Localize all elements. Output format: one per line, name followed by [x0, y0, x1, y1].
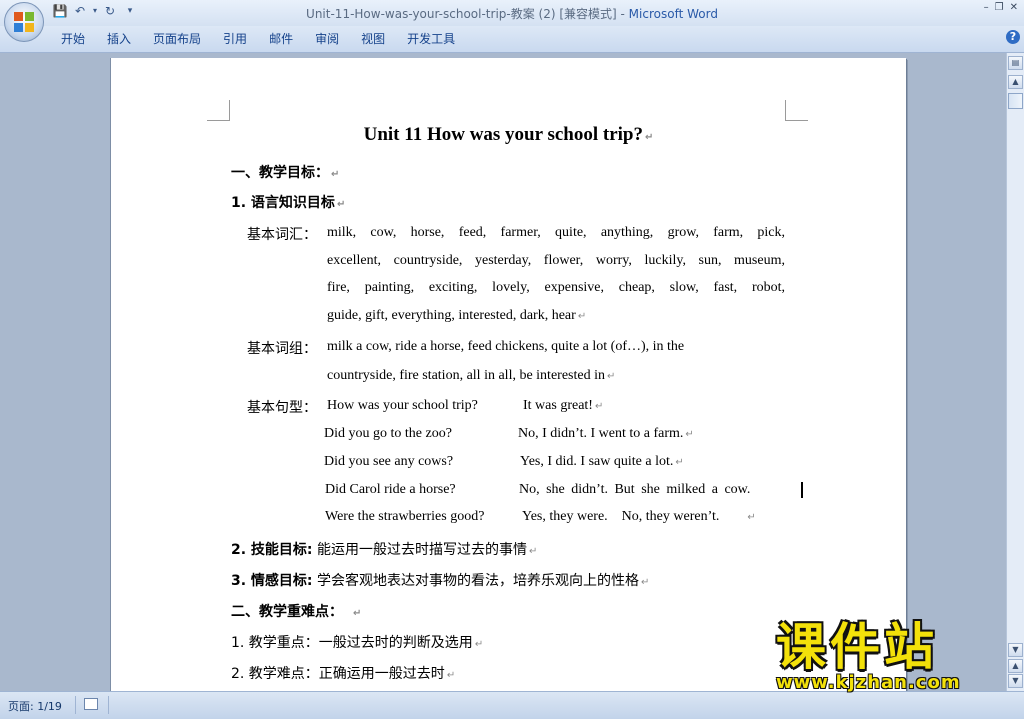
section-2-heading: 二、教学重难点： ↵ [231, 604, 362, 620]
sentence-answer: No, she didn’t. But she milked a cow. [519, 482, 751, 497]
section-2-2: 2. 教学难点：正确运用一般过去时 ↵ [231, 666, 456, 682]
vocab-line: fire, painting, exciting, lovely, expens… [327, 280, 785, 295]
vocab-line: milk, cow, horse, feed, farmer, quite, a… [327, 225, 785, 240]
vertical-scrollbar[interactable]: ▤ ▲ ▼ ▲ ▼ [1006, 53, 1024, 691]
section-1-3: 3. 情感目标: 学会客观地表达对事物的看法，培养乐观向上的性格 ↵ [231, 573, 650, 589]
watermark-logo: 课件站 [776, 618, 938, 676]
sentence-question: How was your school trip? [327, 398, 478, 413]
section-2-1: 1. 教学重点：一般过去时的判断及选用 ↵ [231, 635, 484, 651]
phrase-label: 基本词组： [247, 341, 317, 357]
help-icon[interactable]: ? [1006, 30, 1020, 44]
scroll-thumb[interactable] [1008, 93, 1023, 109]
macro-record-icon[interactable] [84, 698, 98, 710]
section-1-heading: 一、教学目标： ↵ [231, 165, 340, 181]
title-bar: 💾 ↶ ▾ ↻ ▾ Unit-11-How-was-your-school-tr… [0, 0, 1024, 26]
status-bar: 页面: 1/19 [0, 691, 1024, 719]
scroll-down-icon[interactable]: ▼ [1008, 643, 1023, 657]
sentence-question: Were the strawberries good? [325, 509, 485, 524]
sentence-question: Did Carol ride a horse? [325, 482, 456, 497]
text-cursor [801, 482, 803, 498]
restore-icon[interactable]: ❐ [995, 2, 1004, 13]
previous-page-icon[interactable]: ▲ [1008, 659, 1023, 673]
ribbon-tab-bar: 开始 插入 页面布局 引用 邮件 审阅 视图 开发工具 ? [0, 26, 1024, 53]
tab-mailings[interactable]: 邮件 [258, 30, 304, 48]
vocab-line: excellent, countryside, yesterday, flowe… [327, 253, 785, 268]
document-page[interactable]: Unit 11 How was your school trip? ↵ 一、教学目… [110, 58, 906, 691]
document-heading: Unit 11 How was your school trip? ↵ [363, 124, 654, 145]
vocab-line: guide, gift, everything, interested, dar… [327, 308, 587, 323]
sentence-answer: No, I didn’t. I went to a farm. ↵ [518, 426, 694, 441]
vocab-label: 基本词汇： [247, 227, 317, 243]
sentence-question: Did you go to the zoo? [324, 426, 452, 441]
scroll-up-icon[interactable]: ▲ [1008, 75, 1023, 89]
tab-insert[interactable]: 插入 [96, 30, 142, 48]
sentence-question: Did you see any cows? [324, 454, 454, 469]
sentence-answer: It was great! ↵ [523, 398, 604, 413]
tab-page-layout[interactable]: 页面布局 [142, 30, 212, 48]
window-title: Unit-11-How-was-your-school-trip-教案 (2) … [0, 5, 1024, 22]
section-1-1-heading: 1. 语言知识目标 ↵ [231, 195, 346, 211]
tab-view[interactable]: 视图 [350, 30, 396, 48]
tab-references[interactable]: 引用 [212, 30, 258, 48]
office-logo-icon [14, 12, 34, 32]
status-divider [75, 696, 76, 714]
phrase-line: milk a cow, ride a horse, feed chickens,… [327, 339, 685, 354]
status-divider [108, 696, 109, 714]
document-title: Unit-11-How-was-your-school-trip-教案 (2) … [306, 7, 629, 21]
app-name: Microsoft Word [628, 7, 718, 21]
watermark: 课件站 www.kjzhan.com [776, 618, 1006, 693]
ribbon-tabs: 开始 插入 页面布局 引用 邮件 审阅 视图 开发工具 [50, 30, 466, 48]
crop-mark-top-left [207, 100, 230, 121]
watermark-url: www.kjzhan.com [776, 672, 961, 693]
ruler-toggle-icon[interactable]: ▤ [1008, 56, 1023, 70]
document-area: Unit 11 How was your school trip? ↵ 一、教学目… [0, 53, 1007, 691]
crop-mark-top-right [785, 100, 808, 121]
close-icon[interactable]: ✕ [1010, 2, 1018, 13]
tab-home[interactable]: 开始 [50, 30, 96, 48]
next-page-icon[interactable]: ▼ [1008, 674, 1023, 688]
sentence-label: 基本句型： [247, 400, 317, 416]
page-indicator[interactable]: 页面: 1/19 [8, 698, 62, 714]
window-controls: – ❐ ✕ [984, 2, 1018, 13]
section-1-2: 2. 技能目标: 能运用一般过去时描写过去的事情 ↵ [231, 542, 538, 558]
sentence-answer: Yes, they were. No, they weren’t. ↵ [522, 509, 756, 524]
phrase-line: countryside, fire station, all in all, b… [327, 368, 616, 383]
sentence-answer: Yes, I did. I saw quite a lot. ↵ [520, 454, 684, 469]
tab-developer[interactable]: 开发工具 [396, 30, 466, 48]
tab-review[interactable]: 审阅 [304, 30, 350, 48]
office-button[interactable] [4, 2, 44, 42]
minimize-icon[interactable]: – [984, 2, 989, 13]
